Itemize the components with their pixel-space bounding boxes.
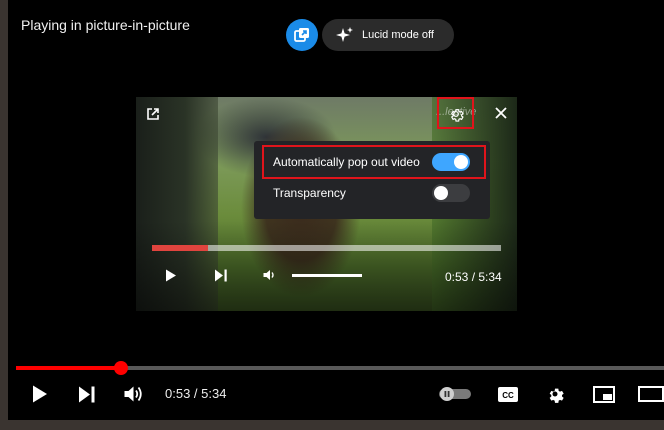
gear-highlight-box <box>437 97 474 129</box>
mini-progress-bar[interactable] <box>152 245 501 251</box>
pip-status-text: Playing in picture-in-picture <box>21 17 190 33</box>
volume-icon <box>124 386 142 402</box>
transparency-row[interactable]: Transparency <box>254 178 490 208</box>
mini-time-display: 0:53 / 5:34 <box>445 270 502 284</box>
window-frame-left <box>0 0 8 430</box>
main-volume-button[interactable] <box>123 384 145 404</box>
miniplayer-button[interactable] <box>592 384 616 404</box>
sparkles-icon <box>336 27 353 42</box>
miniplayer-icon <box>593 385 615 403</box>
skip-next-icon <box>215 269 227 281</box>
main-time-display: 0:53 / 5:34 <box>165 386 227 401</box>
pip-button[interactable] <box>286 19 318 51</box>
main-progress-scrubber[interactable] <box>113 361 128 375</box>
mini-next-button[interactable] <box>213 268 229 282</box>
captions-button[interactable]: CC <box>496 384 520 404</box>
skip-next-icon <box>79 386 95 402</box>
window-frame-bottom <box>0 420 664 430</box>
transparency-toggle[interactable] <box>432 184 470 202</box>
autoplay-toggle[interactable] <box>438 386 472 402</box>
volume-icon <box>263 270 274 280</box>
lucid-mode-button[interactable]: Lucid mode off <box>322 19 454 51</box>
close-icon <box>495 107 507 119</box>
autoplay-toggle-icon <box>439 387 471 401</box>
lucid-mode-label: Lucid mode off <box>362 29 434 41</box>
main-play-button[interactable] <box>30 384 50 404</box>
svg-text:CC: CC <box>502 391 514 400</box>
gear-icon <box>549 388 564 403</box>
play-icon <box>33 385 47 403</box>
main-next-button[interactable] <box>76 384 98 404</box>
settings-button[interactable] <box>544 383 566 405</box>
mini-volume-button[interactable] <box>263 269 277 281</box>
play-icon <box>166 269 176 281</box>
transparency-label: Transparency <box>273 186 346 200</box>
pip-icon <box>294 28 309 42</box>
mini-play-button[interactable] <box>164 268 178 282</box>
mini-volume-slider[interactable] <box>292 274 362 277</box>
popout-highlight-box <box>262 145 486 179</box>
mini-close-button[interactable] <box>493 105 509 121</box>
open-in-new-button[interactable] <box>145 106 161 122</box>
open-in-new-icon <box>147 108 159 120</box>
theater-icon <box>638 386 664 402</box>
captions-icon: CC <box>498 386 518 402</box>
main-progress-fill <box>16 366 120 370</box>
main-progress-bar[interactable] <box>16 361 664 375</box>
video-player[interactable]: Playing in picture-in-picture Lucid mode… <box>8 0 664 420</box>
mini-progress-fill <box>152 245 208 251</box>
theater-mode-button[interactable] <box>638 384 664 404</box>
